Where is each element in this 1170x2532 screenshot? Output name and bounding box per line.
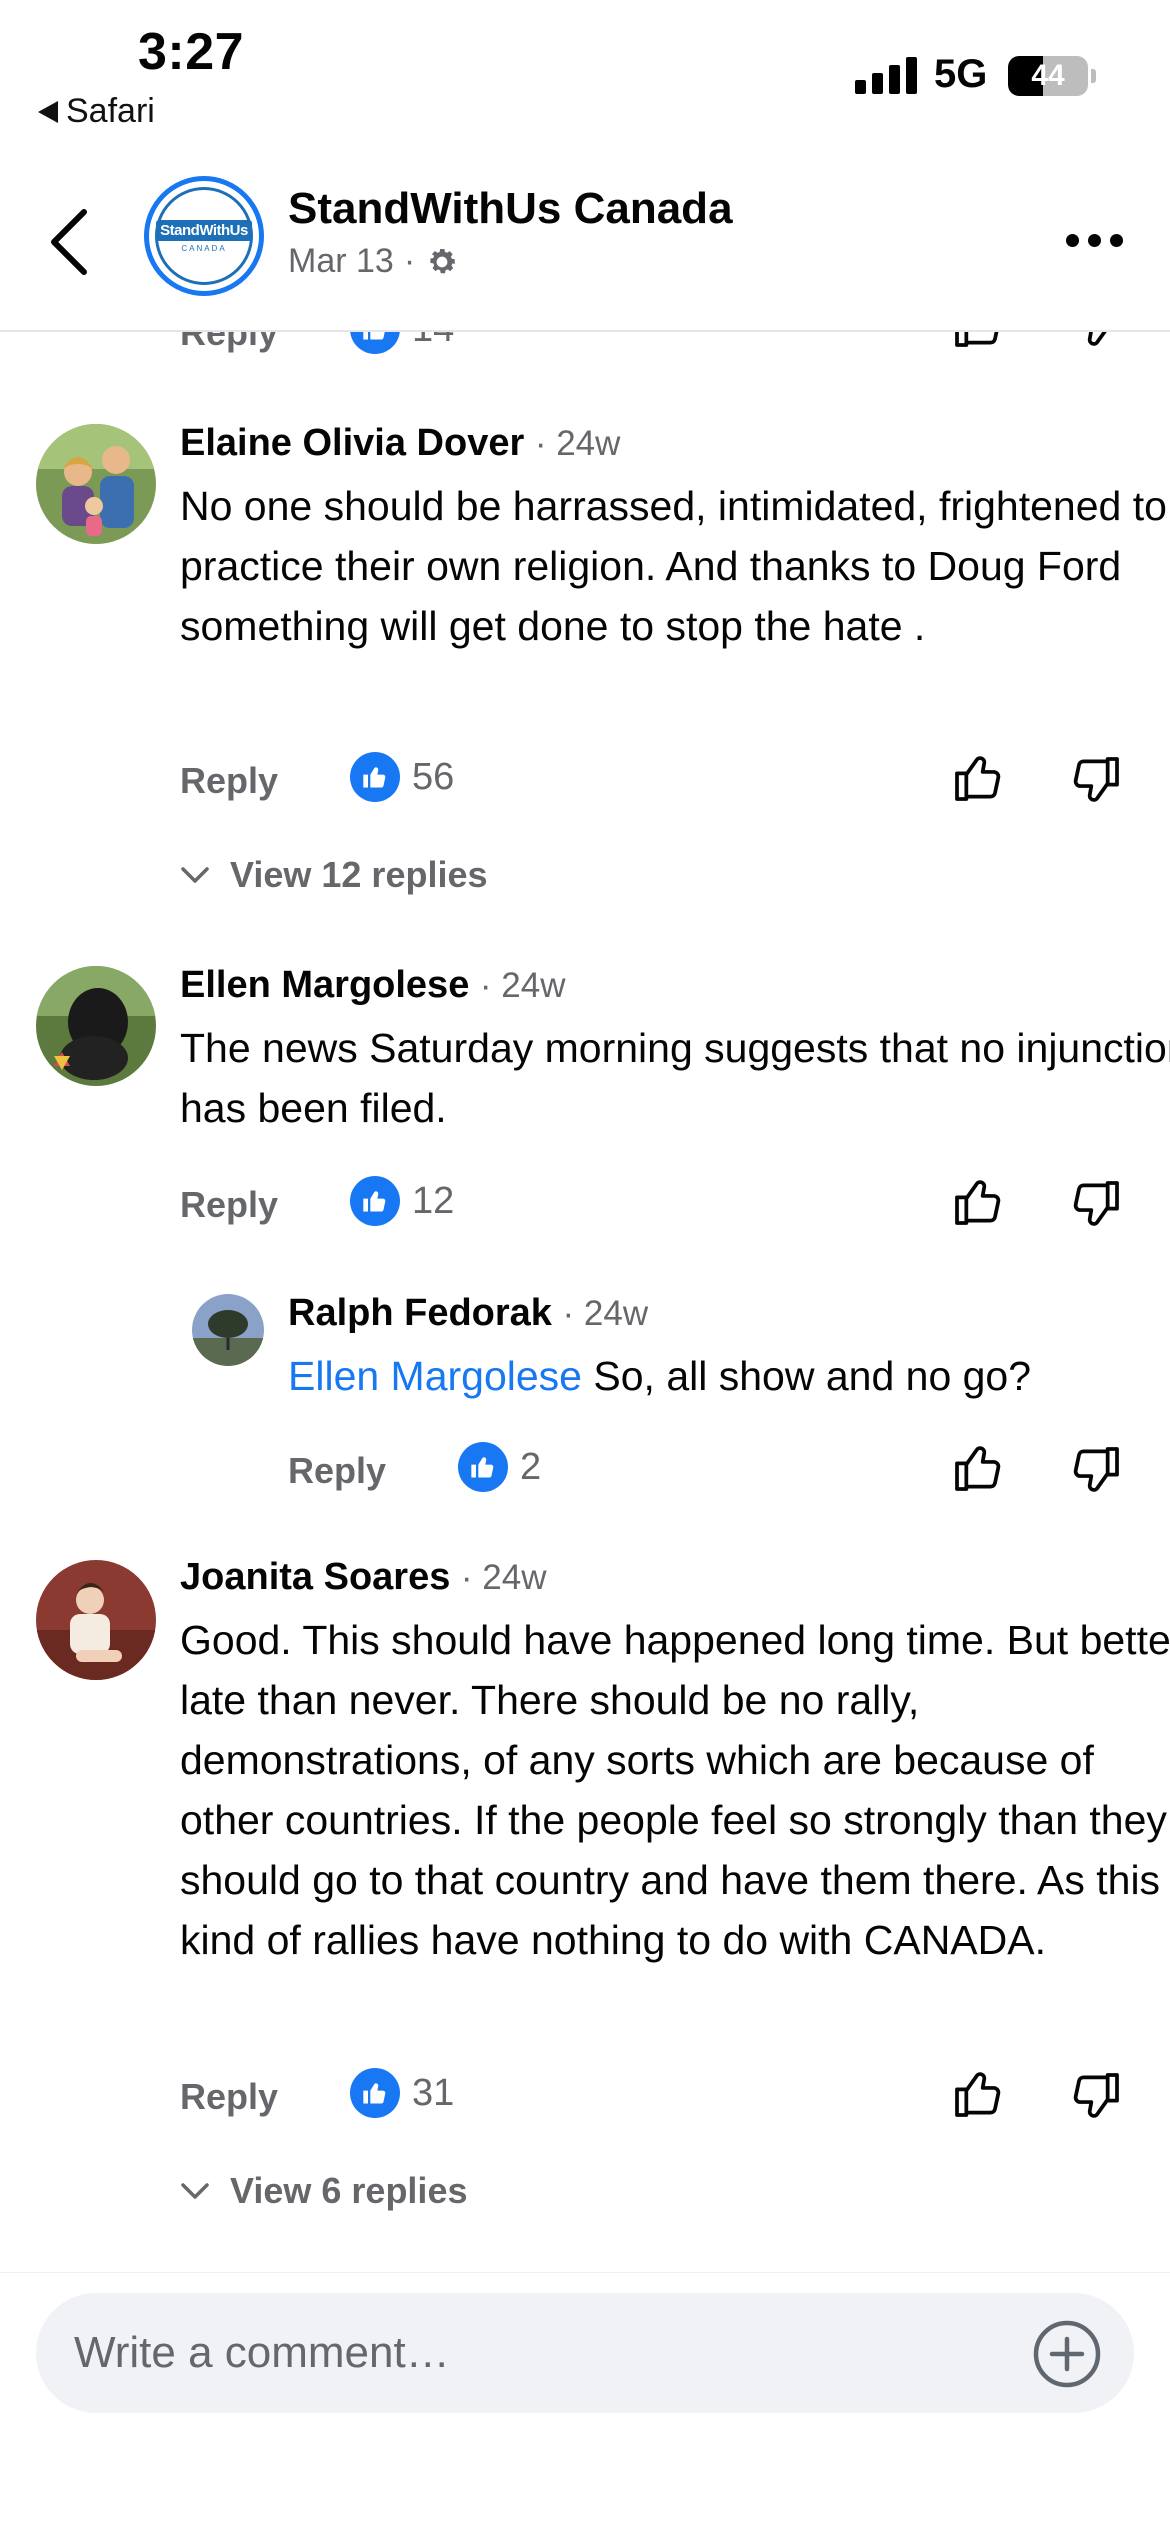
like-count-value: 31 <box>412 2071 455 2114</box>
page-name[interactable]: StandWithUs Canada <box>288 184 733 234</box>
reply-button[interactable]: Reply <box>180 1184 278 1226</box>
thumbs-up-icon[interactable] <box>950 2066 1006 2122</box>
comment-input[interactable] <box>74 2293 974 2413</box>
like-count: 31 <box>350 2068 454 2118</box>
comment-author[interactable]: Elaine Olivia Dover · 24w <box>180 422 620 465</box>
like-badge-icon <box>458 1442 508 1492</box>
comment-composer-bar <box>0 2272 1170 2532</box>
thumbs-down-icon[interactable] <box>1068 752 1124 808</box>
comments-list: Reply 14 Elaine Olivia Dover · 24w No on… <box>0 332 1170 2272</box>
logo-text: StandWithUs <box>156 219 252 241</box>
page-avatar[interactable]: StandWithUs CANADA <box>144 176 264 296</box>
like-count-value: 2 <box>520 1445 542 1488</box>
status-time: 3:27 <box>138 23 245 81</box>
thumbs-up-icon[interactable] <box>950 332 1006 352</box>
meta-separator: · <box>403 242 416 280</box>
avatar[interactable] <box>192 1294 264 1366</box>
like-count: 12 <box>350 1176 454 1226</box>
comment-text: No one should be harrassed, intimidated,… <box>180 483 1167 649</box>
like-badge-icon <box>350 752 400 802</box>
author-name[interactable]: Ralph Fedorak <box>288 1292 552 1334</box>
thumbs-down-icon[interactable] <box>1068 2068 1124 2124</box>
like-badge-icon <box>350 2068 400 2118</box>
cellular-signal-icon <box>855 56 917 94</box>
reply-author[interactable]: Ralph Fedorak · 24w <box>288 1292 648 1335</box>
reply-button[interactable]: Reply <box>180 332 278 354</box>
view-replies-label: View 6 replies <box>230 2170 468 2211</box>
like-count: 56 <box>350 752 454 802</box>
comment-author[interactable]: Joanita Soares · 24w <box>180 1556 547 1599</box>
thumbs-down-icon[interactable] <box>1068 332 1124 352</box>
reply-body: So, all show and no go? <box>582 1353 1032 1399</box>
comment-text: Good. This should have happened long tim… <box>180 1617 1170 1963</box>
avatar[interactable] <box>36 966 156 1086</box>
battery-icon: 44 <box>1008 56 1088 96</box>
status-bar: 3:27 Safari 5G 44 <box>0 0 1170 160</box>
like-count-value: 14 <box>412 332 454 351</box>
comment-text: The news Saturday morning suggests that … <box>180 1025 1170 1131</box>
like-badge-icon <box>350 332 400 354</box>
gear-icon <box>430 248 456 273</box>
battery-percent: 44 <box>1031 59 1065 92</box>
reply-button[interactable]: Reply <box>180 2076 278 2118</box>
back-app-label: Safari <box>66 92 155 130</box>
network-type: 5G <box>934 52 988 96</box>
chevron-down-icon <box>181 2183 209 2199</box>
view-replies-label: View 12 replies <box>230 854 488 895</box>
comment-time: · 24w <box>460 1558 547 1597</box>
comment-time: · 24w <box>479 966 566 1005</box>
back-triangle-icon <box>38 100 58 123</box>
thumbs-down-icon[interactable] <box>1068 1442 1124 1498</box>
thumbs-down-icon[interactable] <box>1068 1176 1124 1232</box>
reply-button[interactable]: Reply <box>288 1450 386 1492</box>
view-replies-button[interactable]: View 12 replies <box>180 854 488 896</box>
mention-link[interactable]: Ellen Margolese <box>288 1353 582 1399</box>
chevron-down-icon <box>181 867 209 883</box>
thumbs-up-icon[interactable] <box>950 1440 1006 1496</box>
reply-button[interactable]: Reply <box>180 760 278 802</box>
view-replies-button[interactable]: View 6 replies <box>180 2170 467 2212</box>
back-button[interactable] <box>46 206 96 278</box>
author-name[interactable]: Joanita Soares <box>180 1556 450 1598</box>
like-count: 2 <box>458 1442 541 1492</box>
more-options-icon[interactable] <box>1066 234 1123 247</box>
avatar[interactable] <box>36 1560 156 1680</box>
thumbs-up-icon[interactable] <box>950 1174 1006 1230</box>
like-badge-icon <box>350 1176 400 1226</box>
battery-tip <box>1091 69 1096 83</box>
comment-time: · 24w <box>562 1294 649 1333</box>
avatar[interactable] <box>36 424 156 544</box>
like-count: 14 <box>350 332 454 354</box>
comment-time: · 24w <box>534 424 621 463</box>
post-date: Mar 13 <box>288 242 394 280</box>
comment-composer[interactable] <box>36 2293 1134 2413</box>
reply-text: Ellen Margolese So, all show and no go? <box>288 1346 1158 1406</box>
author-name[interactable]: Ellen Margolese <box>180 964 469 1006</box>
plus-circle-icon[interactable] <box>1032 2319 1102 2389</box>
back-to-safari[interactable]: Safari <box>38 92 155 131</box>
like-count-value: 56 <box>412 755 455 798</box>
author-name[interactable]: Elaine Olivia Dover <box>180 422 524 464</box>
post-meta: Mar 13 · <box>288 242 459 281</box>
like-count-value: 12 <box>412 1179 455 1222</box>
logo-subtext: CANADA <box>181 243 227 253</box>
thumbs-up-icon[interactable] <box>950 750 1006 806</box>
post-header: StandWithUs CANADA StandWithUs Canada Ma… <box>0 160 1170 332</box>
comment-author[interactable]: Ellen Margolese · 24w <box>180 964 565 1007</box>
chevron-left-icon <box>51 209 87 275</box>
